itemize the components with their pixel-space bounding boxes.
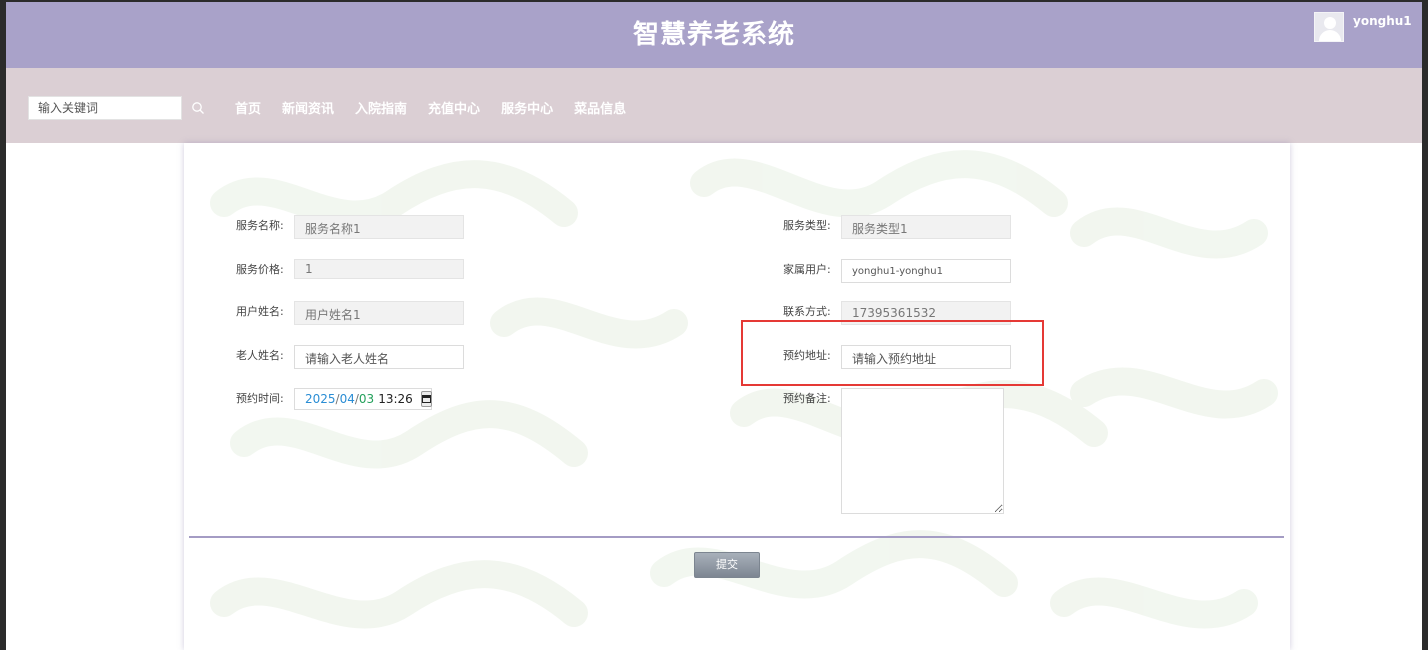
elder-name-field: 老人姓名: 请输入老人姓名 <box>236 345 464 369</box>
avatar[interactable] <box>1314 12 1344 42</box>
calendar-icon[interactable] <box>420 391 432 407</box>
user-menu[interactable]: yonghu1 ▼ <box>1314 12 1422 42</box>
family-user-select[interactable]: yonghu1-yonghu1 <box>841 259 1011 283</box>
service-price-field: 服务价格: 1 <box>236 259 464 279</box>
content-area: 服务名称: 服务名称1 服务价格: 1 用户姓名: 用户姓名1 老人姓名: 请输… <box>6 143 1422 650</box>
user-name-label: 用户姓名: <box>236 305 284 318</box>
nav-bar: 首页 新闻资讯 入院指南 充值中心 服务中心 菜品信息 <box>6 68 1422 143</box>
highlight-box <box>741 320 1044 386</box>
service-price-label: 服务价格: <box>236 263 284 276</box>
appointment-time-label: 预约时间: <box>236 392 284 405</box>
submit-button[interactable]: 提交 <box>694 552 760 578</box>
search-box[interactable] <box>28 96 182 120</box>
date-month[interactable]: 04 <box>340 392 355 406</box>
nav-menu-info[interactable]: 菜品信息 <box>574 98 626 117</box>
service-type-input: 服务类型1 <box>841 215 1011 239</box>
contact-label: 联系方式: <box>783 305 831 318</box>
nav-service-center[interactable]: 服务中心 <box>501 98 553 117</box>
appointment-time-field: 预约时间: 2025/04/03 13:26 <box>236 388 432 410</box>
nav-news[interactable]: 新闻资讯 <box>282 98 334 117</box>
service-name-input: 服务名称1 <box>294 215 464 239</box>
user-name-input: 用户姓名1 <box>294 301 464 325</box>
nav-links: 首页 新闻资讯 入院指南 充值中心 服务中心 菜品信息 <box>235 98 647 117</box>
service-name-label: 服务名称: <box>236 219 284 232</box>
family-user-field: 家属用户: yonghu1-yonghu1 <box>783 259 1011 283</box>
service-price-input: 1 <box>294 259 464 279</box>
time-value[interactable]: 13:26 <box>378 392 413 406</box>
remarks-field: 预约备注: <box>783 388 1004 514</box>
date-year[interactable]: 2025 <box>305 392 336 406</box>
search-icon[interactable] <box>191 101 205 115</box>
search-input[interactable] <box>29 97 181 119</box>
browser-viewport: 智慧养老系统 yonghu1 ▼ 首页 新闻资讯 入院指南 充值中心 服务中心 … <box>6 2 1422 650</box>
appointment-time-input[interactable]: 2025/04/03 13:26 <box>294 388 432 410</box>
service-name-field: 服务名称: 服务名称1 <box>236 215 464 239</box>
nav-home[interactable]: 首页 <box>235 98 261 117</box>
remarks-textarea[interactable] <box>841 388 1004 514</box>
user-name-field: 用户姓名: 用户姓名1 <box>236 301 464 325</box>
site-title: 智慧养老系统 <box>632 20 795 50</box>
username[interactable]: yonghu1 <box>1353 14 1412 28</box>
date-day[interactable]: 03 <box>359 392 374 406</box>
family-user-label: 家属用户: <box>783 263 831 276</box>
nav-admission-guide[interactable]: 入院指南 <box>355 98 407 117</box>
remarks-label: 预约备注: <box>783 392 831 405</box>
elder-name-label: 老人姓名: <box>236 349 284 362</box>
form-divider <box>189 536 1284 538</box>
elder-name-input[interactable]: 请输入老人姓名 <box>294 345 464 369</box>
site-header: 智慧养老系统 yonghu1 ▼ <box>6 2 1422 68</box>
service-type-label: 服务类型: <box>783 219 831 232</box>
service-type-field: 服务类型: 服务类型1 <box>783 215 1011 239</box>
booking-form-card: 服务名称: 服务名称1 服务价格: 1 用户姓名: 用户姓名1 老人姓名: 请输… <box>184 143 1290 650</box>
nav-recharge-center[interactable]: 充值中心 <box>428 98 480 117</box>
